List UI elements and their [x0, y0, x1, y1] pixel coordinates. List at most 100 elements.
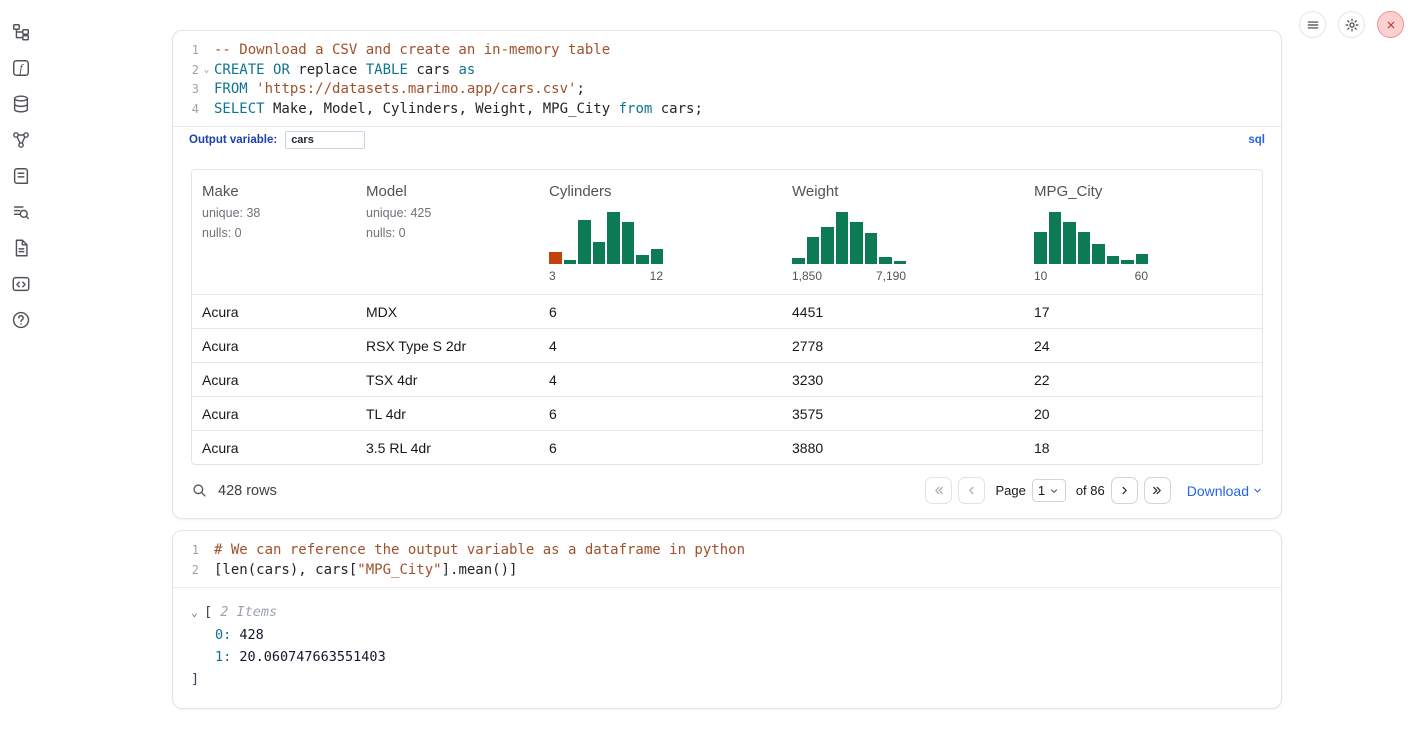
sidebar-item-logs[interactable]: [9, 200, 33, 224]
table-cell: 3230: [782, 363, 1024, 396]
histogram[interactable]: [792, 212, 906, 264]
table-cell: Acura: [192, 431, 356, 464]
column-header-mpg_city[interactable]: MPG_City1060: [1024, 170, 1262, 294]
histogram-axis: 1,8507,190: [792, 269, 906, 284]
tree-entry: 1: 20.060747663551403: [215, 646, 1281, 668]
histogram-bar: [879, 257, 892, 264]
histogram-bar: [1092, 244, 1105, 264]
code-text: [len(cars), cars["MPG_City"].mean()]: [214, 561, 517, 581]
histogram-bar: [1107, 256, 1120, 264]
shutdown-button[interactable]: [1377, 11, 1404, 38]
page-select-value: 1: [1038, 483, 1045, 498]
code-token: ].mean()]: [442, 562, 518, 578]
table-row: AcuraTL 4dr6357520: [192, 396, 1262, 430]
column-header-cylinders[interactable]: Cylinders312: [539, 170, 782, 294]
table-row: AcuraTSX 4dr4323022: [192, 362, 1262, 396]
code-line[interactable]: 2⌄CREATE OR replace TABLE cars as: [173, 61, 1281, 81]
sidebar-item-outline[interactable]: [9, 164, 33, 188]
code-line[interactable]: 3 FROM 'https://datasets.marimo.app/cars.…: [173, 80, 1281, 100]
code-token: CREATE: [214, 62, 265, 78]
tree-value: 20.060747663551403: [231, 649, 385, 665]
cell-output: ⌄[ 2 Items 0: 4281: 20.060747663551403 ]: [173, 587, 1281, 708]
histogram-bar: [836, 212, 849, 264]
column-header-make[interactable]: Makeunique: 38nulls: 0: [192, 170, 356, 294]
code-text: CREATE OR replace TABLE cars as: [214, 61, 475, 81]
code-token: cars: [408, 62, 459, 78]
code-token: Make, Model, Cylinders, Weight, MPG_City: [265, 101, 619, 117]
column-stat: unique: 425: [366, 205, 529, 222]
tree-value: 428: [231, 627, 264, 643]
fold-chevron-icon[interactable]: ⌄: [199, 61, 214, 81]
code-token: ;: [576, 81, 584, 97]
histogram-bar: [1049, 212, 1062, 264]
column-label: Cylinders: [549, 182, 772, 202]
tree-key: 0:: [215, 627, 231, 643]
histogram-min-label: 1,850: [792, 269, 822, 284]
code-line[interactable]: 2[len(cars), cars["MPG_City"].mean()]: [173, 561, 1281, 581]
code-token: FROM: [214, 81, 248, 97]
table-cell: Acura: [192, 329, 356, 362]
line-number: 2: [173, 61, 199, 81]
list-search-icon: [11, 202, 31, 222]
histogram-bar: [1136, 254, 1149, 264]
tree-entry: 0: 428: [215, 624, 1281, 646]
sidebar-item-documentation[interactable]: [9, 236, 33, 260]
marimo-notebook: f 1-- Download a CSV and create an in-me…: [0, 0, 1408, 729]
histogram-bar: [1063, 222, 1076, 264]
left-sidebar: f: [9, 20, 33, 332]
code-token: from: [619, 101, 653, 117]
sql-code-editor[interactable]: 1-- Download a CSV and create an in-memo…: [173, 31, 1281, 126]
code-token: OR: [273, 62, 290, 78]
table-cell: Acura: [192, 363, 356, 396]
table-cell: 6: [539, 295, 782, 328]
table-cell: Acura: [192, 295, 356, 328]
table-cell: 24: [1024, 329, 1262, 362]
chevrons-right-icon: [1150, 483, 1165, 498]
next-page-button[interactable]: [1111, 477, 1138, 504]
column-stat: nulls: 0: [202, 225, 346, 242]
fold-chevron-icon: [199, 100, 214, 120]
gear-icon: [1344, 17, 1360, 33]
fold-chevron-icon: [199, 80, 214, 100]
output-variable-input[interactable]: [285, 131, 365, 149]
page-select[interactable]: 1: [1032, 479, 1066, 502]
table-body: AcuraMDX6445117AcuraRSX Type S 2dr427782…: [192, 294, 1262, 464]
histogram-bar: [807, 237, 820, 264]
sidebar-item-file-explorer[interactable]: [9, 20, 33, 44]
code-line[interactable]: 4SELECT Make, Model, Cylinders, Weight, …: [173, 100, 1281, 120]
open-bracket: [: [204, 604, 212, 620]
column-header-weight[interactable]: Weight1,8507,190: [782, 170, 1024, 294]
sidebar-item-dependency-graph[interactable]: [9, 128, 33, 152]
notebook-menu-button[interactable]: [1299, 11, 1326, 38]
histogram-bar: [593, 242, 606, 264]
sidebar-item-help[interactable]: [9, 308, 33, 332]
code-line[interactable]: 1# We can reference the output variable …: [173, 541, 1281, 561]
collapse-toggle-icon[interactable]: ⌄: [191, 602, 204, 624]
items-count: 2 Items: [220, 604, 277, 620]
sidebar-item-data-sources[interactable]: [9, 92, 33, 116]
histogram[interactable]: [549, 212, 663, 264]
chevron-right-icon: [1117, 483, 1132, 498]
column-header-model[interactable]: Modelunique: 425nulls: 0: [356, 170, 539, 294]
close-icon: [1383, 17, 1399, 33]
database-icon: [11, 94, 31, 114]
first-page-button[interactable]: [925, 477, 952, 504]
sidebar-item-variables[interactable]: f: [9, 56, 33, 80]
output-variable-row: Output variable: sql: [173, 126, 1281, 153]
histogram[interactable]: [1034, 212, 1148, 264]
sidebar-item-snippets[interactable]: [9, 272, 33, 296]
last-page-button[interactable]: [1144, 477, 1171, 504]
settings-button[interactable]: [1338, 11, 1365, 38]
line-number: 3: [173, 80, 199, 100]
table-search-button[interactable]: [191, 482, 208, 499]
table-cell: TL 4dr: [356, 397, 539, 430]
download-button[interactable]: Download: [1187, 483, 1263, 499]
python-code-editor[interactable]: 1# We can reference the output variable …: [173, 531, 1281, 587]
table-row: AcuraRSX Type S 2dr4277824: [192, 328, 1262, 362]
code-token: TABLE: [366, 62, 408, 78]
code-text: FROM 'https://datasets.marimo.app/cars.c…: [214, 80, 585, 100]
code-line[interactable]: 1-- Download a CSV and create an in-memo…: [173, 41, 1281, 61]
histogram-bar: [865, 233, 878, 264]
prev-page-button[interactable]: [958, 477, 985, 504]
column-stat: unique: 38: [202, 205, 346, 222]
